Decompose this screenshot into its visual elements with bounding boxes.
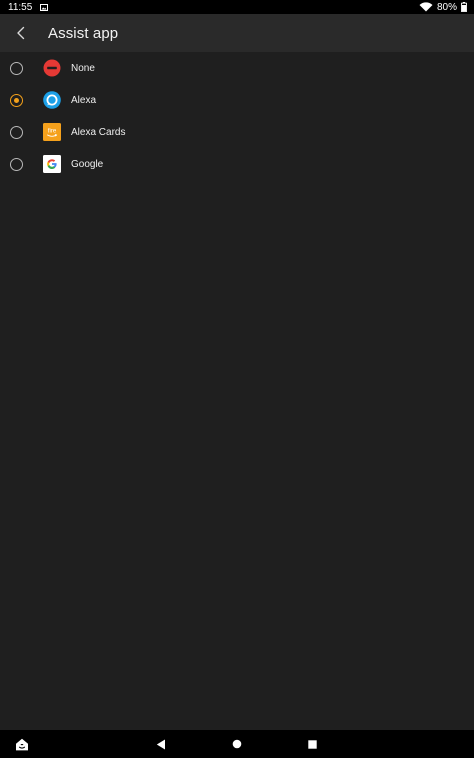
nav-recents-button[interactable] bbox=[303, 730, 321, 758]
nav-home-button[interactable] bbox=[228, 730, 246, 758]
radio-google[interactable] bbox=[10, 157, 23, 171]
google-icon bbox=[43, 155, 61, 173]
status-time: 11:55 bbox=[8, 1, 33, 13]
wifi-icon bbox=[419, 2, 433, 12]
radio-selected-dot bbox=[14, 97, 19, 103]
navigation-bar bbox=[0, 730, 474, 758]
page-title: Assist app bbox=[48, 24, 119, 42]
option-label: Alexa bbox=[71, 94, 97, 106]
app-bar: Assist app bbox=[0, 14, 474, 52]
status-right: 80% bbox=[419, 2, 467, 13]
svg-text:fire: fire bbox=[48, 129, 57, 135]
circle-home-icon bbox=[232, 739, 242, 749]
fire-home-icon bbox=[15, 738, 29, 751]
assist-app-options: None Alexa fire Alexa Cards Google bbox=[0, 52, 474, 180]
image-notification-icon bbox=[40, 3, 49, 11]
radio-alexa[interactable] bbox=[10, 93, 23, 107]
alexa-icon bbox=[43, 91, 61, 109]
nav-back-button[interactable] bbox=[152, 730, 170, 758]
option-alexa[interactable]: Alexa bbox=[0, 84, 474, 116]
option-label: Google bbox=[71, 158, 104, 170]
screen: 11:55 80% Assist app None Alexa fire Ale… bbox=[0, 0, 474, 758]
option-none[interactable]: None bbox=[0, 52, 474, 84]
square-recents-icon bbox=[307, 739, 317, 749]
radio-none[interactable] bbox=[10, 61, 23, 75]
triangle-back-icon bbox=[156, 739, 166, 750]
option-google[interactable]: Google bbox=[0, 148, 474, 180]
back-button[interactable] bbox=[0, 14, 42, 52]
chevron-left-icon bbox=[16, 26, 26, 40]
option-label: None bbox=[71, 62, 95, 74]
radio-alexa-cards[interactable] bbox=[10, 125, 23, 139]
fire-home-button[interactable] bbox=[12, 730, 32, 758]
status-bar: 11:55 80% bbox=[0, 0, 474, 14]
fire-icon: fire bbox=[43, 123, 61, 141]
battery-icon bbox=[461, 2, 467, 12]
battery-percent: 80% bbox=[436, 1, 457, 13]
status-left: 11:55 bbox=[8, 1, 49, 13]
option-alexa-cards[interactable]: fire Alexa Cards bbox=[0, 116, 474, 148]
option-label: Alexa Cards bbox=[71, 126, 126, 138]
no-entry-icon bbox=[43, 59, 61, 77]
